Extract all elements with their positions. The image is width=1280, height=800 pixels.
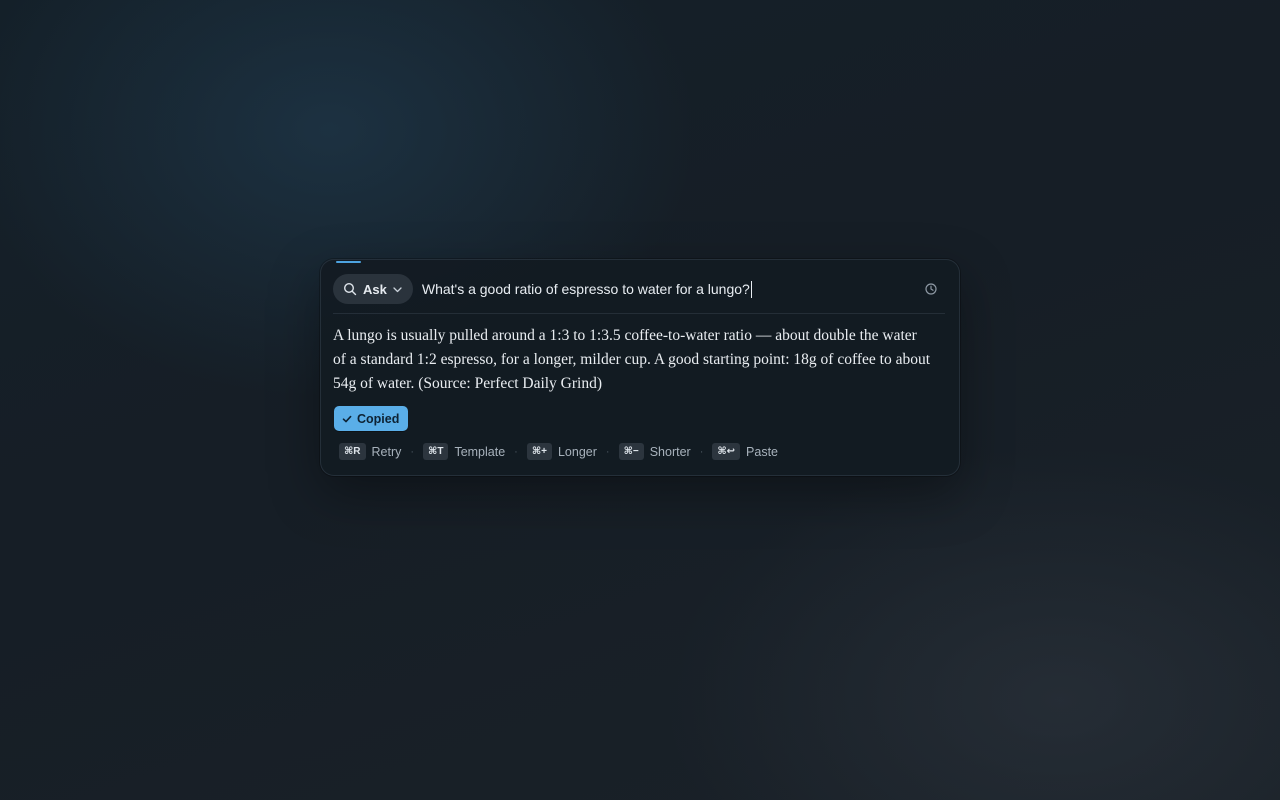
action-label: Shorter	[649, 444, 691, 459]
query-input[interactable]: What's a good ratio of espresso to water…	[421, 280, 924, 298]
shortcut-key: ⌘T	[423, 443, 449, 460]
action-label: Longer	[557, 444, 597, 459]
action-label: Template	[454, 444, 506, 459]
chevron-down-icon	[392, 284, 403, 295]
search-icon	[343, 282, 357, 296]
answer-text: A lungo is usually pulled around a 1:3 t…	[333, 327, 930, 392]
separator: ·	[699, 445, 704, 458]
action-label: Retry	[371, 444, 402, 459]
shortcut-key: ⌘−	[618, 443, 644, 460]
copied-label: Copied	[357, 411, 400, 426]
mode-dropdown-button[interactable]: Ask	[333, 274, 413, 304]
progress-indicator	[336, 261, 361, 263]
shortcut-key: ⌘↩	[712, 443, 741, 460]
action-bar: ⌘R Retry · ⌘T Template · ⌘+ Longer · ⌘− …	[339, 443, 778, 460]
longer-action[interactable]: ⌘+ Longer	[526, 443, 597, 460]
copied-badge: Copied	[334, 406, 409, 431]
paste-action[interactable]: ⌘↩ Paste	[712, 443, 778, 460]
mode-label: Ask	[363, 281, 387, 297]
shortcut-key: ⌘R	[339, 443, 366, 460]
history-icon[interactable]	[924, 282, 938, 296]
shorter-action[interactable]: ⌘− Shorter	[618, 443, 691, 460]
separator: ·	[410, 445, 415, 458]
retry-action[interactable]: ⌘R Retry	[339, 443, 401, 460]
ask-panel: Ask What's a good ratio of espresso to w…	[320, 259, 960, 476]
separator: ·	[605, 445, 610, 458]
query-text: What's a good ratio of espresso to water…	[421, 281, 750, 297]
check-icon	[342, 414, 352, 424]
input-row: Ask What's a good ratio of espresso to w…	[333, 273, 945, 305]
divider	[333, 313, 945, 314]
template-action[interactable]: ⌘T Template	[423, 443, 505, 460]
text-caret	[750, 280, 752, 298]
action-label: Paste	[746, 444, 778, 459]
separator: ·	[514, 445, 518, 458]
shortcut-key: ⌘+	[526, 443, 552, 460]
